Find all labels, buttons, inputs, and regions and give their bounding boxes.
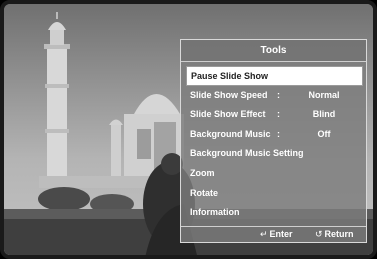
menu-item-value: Off [317,128,331,139]
menu-item-value: Normal [308,89,340,100]
menu-item-zoom[interactable]: Zoom [186,164,363,184]
menu-item-separator: : [277,128,280,139]
menu-item-background-music[interactable]: Background Music : Off [186,125,363,145]
menu-item-label: Slide Show Speed [190,89,268,100]
menu-item-slide-show-effect[interactable]: Slide Show Effect : Blind [186,105,363,125]
menu-item-background-music-setting[interactable]: Background Music Setting [186,144,363,164]
menu-item-rotate[interactable]: Rotate [186,184,363,204]
menu-item-pause-slide-show[interactable]: Pause Slide Show [186,66,363,86]
menu-item-separator: : [277,109,280,120]
tv-screen: Tools Pause Slide Show Slide Show Speed … [0,0,377,259]
tools-menu: Tools Pause Slide Show Slide Show Speed … [180,39,367,243]
menu-item-label: Background Music [190,128,271,139]
menu-item-label: Pause Slide Show [191,71,269,81]
menu-item-label: Background Music Setting [190,148,304,159]
return-label: Return [324,229,354,239]
menu-item-label: Rotate [190,187,219,198]
tools-title: Tools [181,40,366,62]
menu-item-information[interactable]: Information [186,203,363,223]
enter-icon: ↵ [260,229,268,239]
menu-item-label: Slide Show Effect [190,109,266,120]
menu-item-slide-show-speed[interactable]: Slide Show Speed : Normal [186,86,363,106]
tools-footer: ↵ Enter ↺ Return [181,226,366,242]
return-hint[interactable]: ↺ Return [315,227,354,242]
menu-item-value: Blind [312,109,336,120]
return-icon: ↺ [315,229,323,239]
enter-label: Enter [269,229,293,239]
menu-item-label: Zoom [190,167,215,178]
menu-item-separator: : [277,89,280,100]
menu-item-label: Information [190,207,240,218]
tools-menu-list: Pause Slide Show Slide Show Speed : Norm… [186,66,363,223]
enter-hint[interactable]: ↵ Enter [260,227,293,242]
